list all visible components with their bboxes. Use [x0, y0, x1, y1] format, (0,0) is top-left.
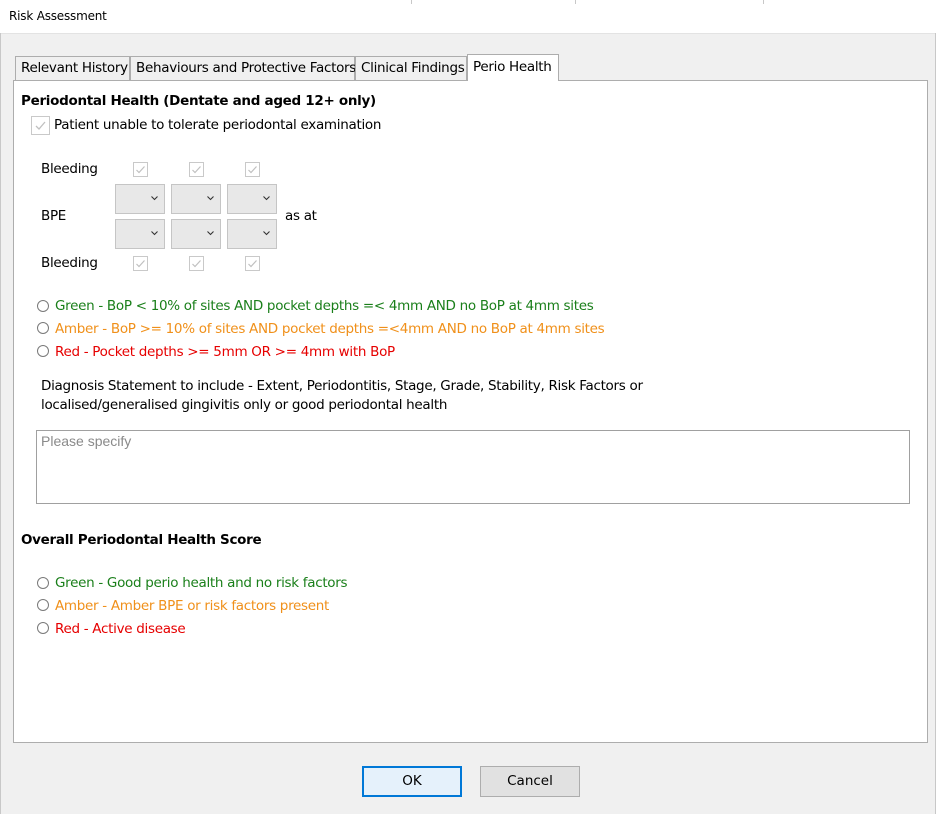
chevron-down-icon	[207, 196, 214, 201]
tab-clinical-findings[interactable]: Clinical Findings	[355, 56, 467, 80]
check-icon	[248, 260, 257, 268]
check-icon	[136, 260, 145, 268]
bleeding-bottom-checkbox-1[interactable]	[133, 256, 148, 271]
overall-red-radio[interactable]	[37, 622, 49, 634]
bpe-upper-left-select[interactable]	[227, 184, 277, 214]
bpe-upper-anterior-select[interactable]	[171, 184, 221, 214]
bleeding-top-checkbox-2[interactable]	[189, 162, 204, 177]
status-amber-label[interactable]: Amber - BoP >= 10% of sites AND pocket d…	[55, 321, 605, 337]
bleeding-top-checkbox-1[interactable]	[133, 162, 148, 177]
bleeding-bottom-checkbox-2[interactable]	[189, 256, 204, 271]
bpe-lower-right-select[interactable]	[115, 219, 165, 249]
bleeding-top-label: Bleeding	[41, 161, 98, 177]
overall-score-title: Overall Periodontal Health Score	[21, 532, 262, 548]
bleeding-top-checkbox-3[interactable]	[245, 162, 260, 177]
title-bar: Risk Assessment	[0, 0, 936, 34]
status-red-radio[interactable]	[37, 345, 49, 357]
check-icon	[248, 166, 257, 174]
unable-to-tolerate-label: Patient unable to tolerate periodontal e…	[54, 117, 382, 133]
tab-perio-health[interactable]: Perio Health	[467, 54, 559, 81]
status-red-label[interactable]: Red - Pocket depths >= 5mm OR >= 4mm wit…	[55, 344, 395, 360]
as-at-label: as at	[285, 208, 317, 224]
window-title: Risk Assessment	[9, 9, 107, 23]
chevron-down-icon	[151, 196, 158, 201]
overall-green-radio[interactable]	[37, 577, 49, 589]
ok-button[interactable]: OK	[362, 766, 462, 797]
overall-green-label[interactable]: Green - Good perio health and no risk fa…	[55, 575, 348, 591]
diagnosis-instructions: Diagnosis Statement to include - Extent,…	[41, 378, 643, 394]
bpe-lower-left-select[interactable]	[227, 219, 277, 249]
section-title: Periodontal Health (Dentate and aged 12+…	[21, 93, 376, 109]
cancel-button[interactable]: Cancel	[480, 766, 580, 797]
bpe-lower-anterior-select[interactable]	[171, 219, 221, 249]
overall-amber-radio[interactable]	[37, 599, 49, 611]
title-bar-divider	[575, 0, 576, 4]
chevron-down-icon	[207, 231, 214, 236]
diagnosis-instructions-line2: localised/generalised gingivitis only or…	[41, 397, 448, 413]
check-icon	[136, 166, 145, 174]
check-icon	[192, 260, 201, 268]
check-icon	[35, 121, 46, 130]
tab-behaviours-protective-factors[interactable]: Behaviours and Protective Factors	[130, 56, 356, 80]
check-icon	[192, 166, 201, 174]
title-bar-divider	[411, 0, 412, 4]
chevron-down-icon	[263, 196, 270, 201]
bpe-label: BPE	[41, 208, 67, 224]
tab-relevant-history[interactable]: Relevant History	[15, 56, 130, 80]
chevron-down-icon	[151, 231, 158, 236]
status-amber-radio[interactable]	[37, 322, 49, 334]
status-green-label[interactable]: Green - BoP < 10% of sites AND pocket de…	[55, 298, 594, 314]
overall-amber-label[interactable]: Amber - Amber BPE or risk factors presen…	[55, 598, 329, 614]
chevron-down-icon	[263, 231, 270, 236]
title-bar-divider	[763, 0, 764, 4]
diagnosis-statement-input[interactable]	[36, 430, 910, 504]
bleeding-bottom-label: Bleeding	[41, 255, 98, 271]
bpe-upper-right-select[interactable]	[115, 184, 165, 214]
status-green-radio[interactable]	[37, 300, 49, 312]
bleeding-bottom-checkbox-3[interactable]	[245, 256, 260, 271]
window-border	[0, 33, 1, 814]
unable-to-tolerate-checkbox[interactable]	[31, 116, 50, 135]
overall-red-label[interactable]: Red - Active disease	[55, 621, 186, 637]
